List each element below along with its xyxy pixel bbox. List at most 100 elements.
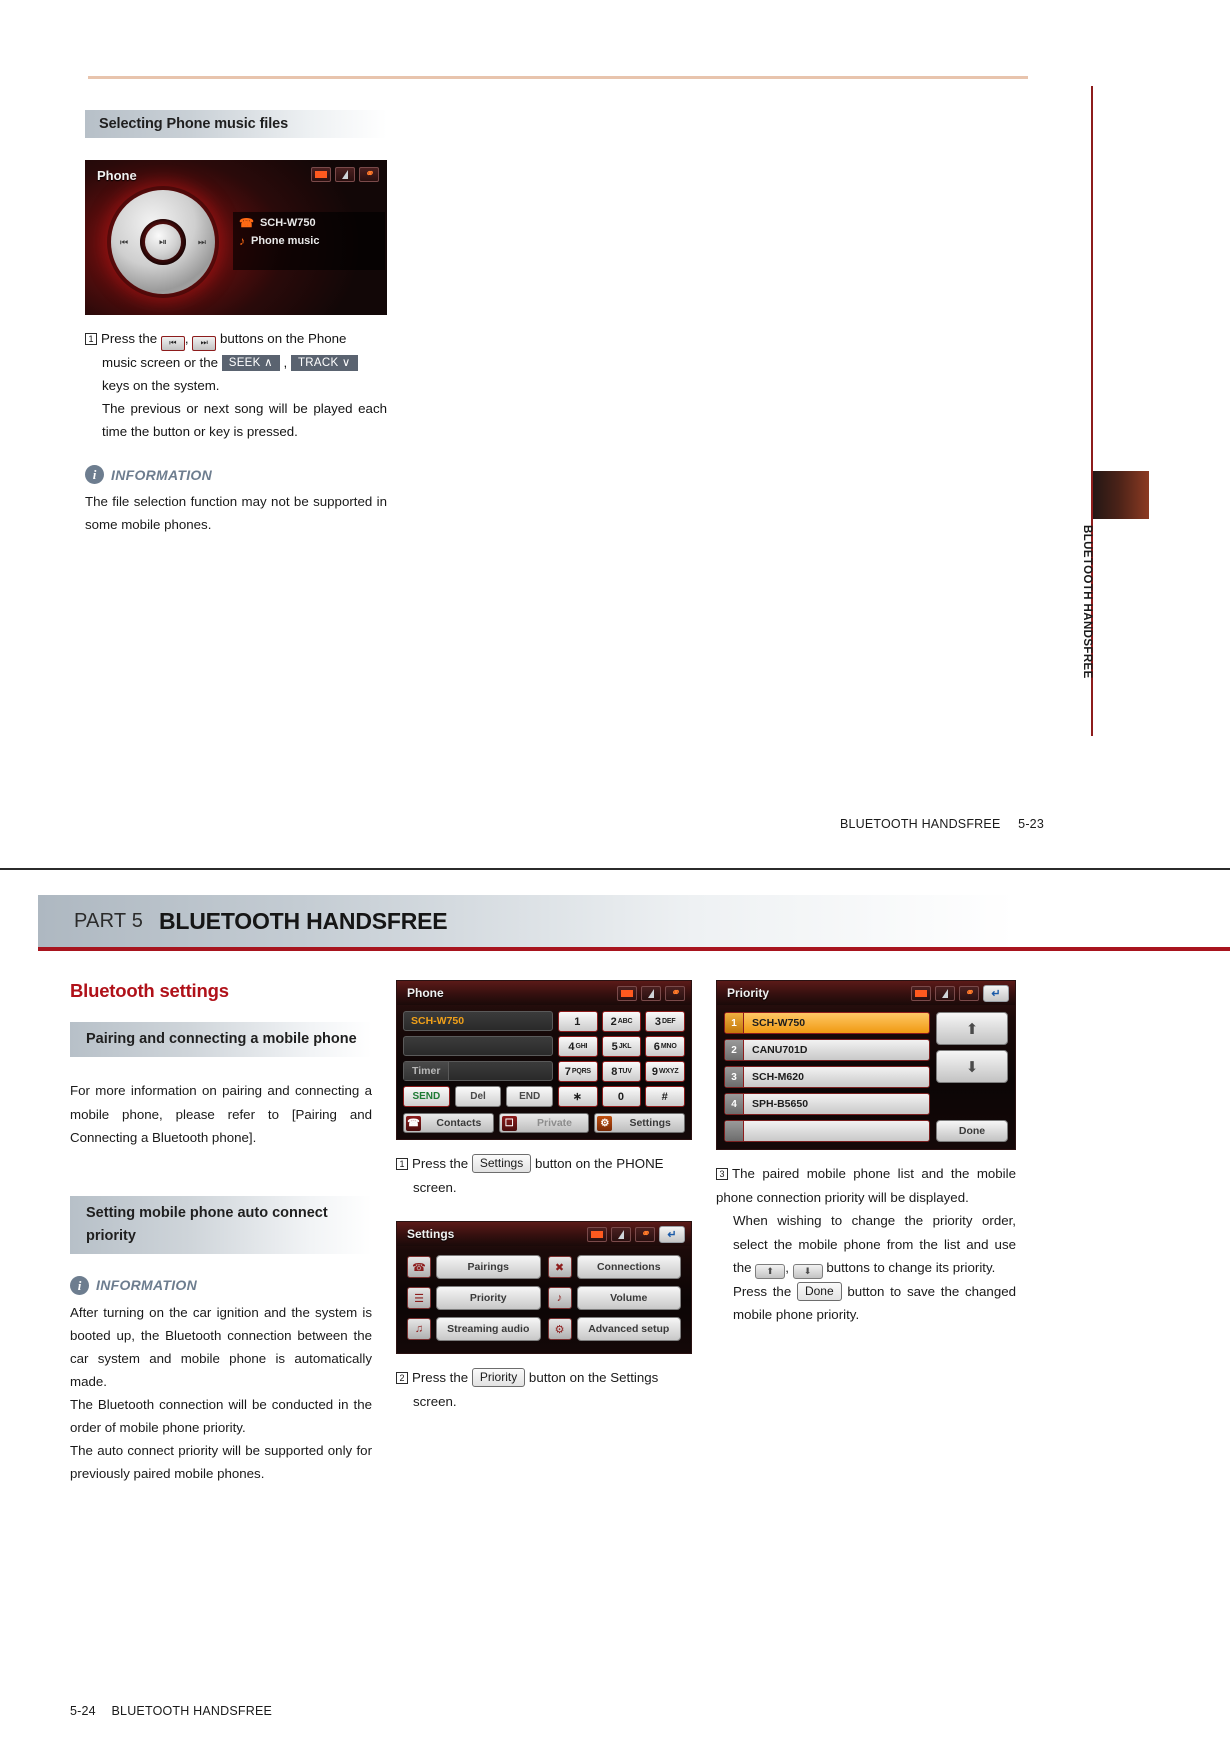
priority-row[interactable]: 3 SCH-M620 (724, 1066, 930, 1088)
information-label: INFORMATION (111, 466, 213, 483)
priority-button-ref: Priority (471, 1368, 526, 1387)
step-1-comma: , (184, 331, 189, 346)
back-button[interactable]: ↵ (659, 1225, 685, 1243)
move-down-button[interactable]: ⬇ (936, 1050, 1008, 1083)
phone-music-screen: Phone ⚭ ⏮ ⏯ ⏭ ☎ SCH-W750 ♪ Phone music (85, 160, 387, 315)
dial-key[interactable]: 8 TUV (601, 1061, 642, 1082)
track-info-box: ☎ SCH-W750 ♪ Phone music (233, 212, 385, 270)
left-information-heading: i INFORMATION (70, 1275, 372, 1295)
key-digit: 6 (653, 1040, 660, 1053)
settings-item-volume[interactable]: ♪ Volume (547, 1286, 681, 1310)
step-1-text-c: music screen or the (102, 355, 219, 370)
priority-icon: ☰ (407, 1287, 431, 1309)
step-1-line-1: 1 Press the ⏮, ⏭ buttons on the Phone (85, 327, 387, 351)
information-heading: i INFORMATION (85, 465, 387, 484)
dial-key[interactable]: 3 DEF (645, 1011, 685, 1032)
dial-key[interactable]: 7 PQRS (558, 1061, 598, 1082)
footer-section-name: BLUETOOTH HANDSFREE (839, 817, 1001, 831)
dial-key[interactable]: 1 (558, 1011, 598, 1032)
info-icon: i (70, 1275, 89, 1295)
left-information-body-1: After turning on the car ignition and th… (70, 1304, 372, 1389)
send-button[interactable]: SEND (403, 1086, 450, 1107)
dial-key[interactable]: 4 GHI (558, 1036, 598, 1057)
screen-title: Settings (407, 1227, 455, 1241)
settings-label: Settings (629, 1117, 671, 1129)
caption-1-line-1: 1 Press the Settings button on the PHONE (396, 1152, 692, 1176)
caption-3-line-3: Press the Done button to save the change… (716, 1280, 1016, 1327)
play-pause-icon[interactable]: ⏯ (145, 224, 181, 260)
settings-item-streaming-audio[interactable]: ♫ Streaming audio (407, 1317, 541, 1341)
settings-item-advanced-setup[interactable]: ⚙ Advanced setup (547, 1317, 681, 1341)
key-letters: GHI (575, 1043, 588, 1050)
settings-item-pairings[interactable]: ☎ Pairings (407, 1255, 541, 1279)
caption-1: 1 Press the Settings button on the PHONE … (396, 1152, 692, 1199)
dial-key[interactable]: 6 MNO (645, 1036, 685, 1057)
music-note-icon: ♪ (239, 234, 245, 248)
private-tab[interactable]: ☐ Private (498, 1113, 590, 1133)
battery-icon (911, 985, 931, 1001)
step-1-line-4: The previous or next song will be played… (102, 401, 387, 439)
advanced-setup-label: Advanced setup (576, 1317, 681, 1341)
contacts-tab[interactable]: ☎ Contacts (403, 1113, 494, 1133)
priority-row-empty[interactable] (724, 1120, 930, 1142)
settings-screen: Settings ⚭ ↵ ☎ Pairings ✖ Connections ☰ … (396, 1221, 692, 1354)
priority-body: 1 SCH-W750 2 CANU701D 3 SCH-M620 4 SPH-B… (717, 1005, 1015, 1149)
priority-row[interactable]: 2 CANU701D (724, 1039, 930, 1061)
settings-item-priority[interactable]: ☰ Priority (407, 1286, 541, 1310)
information-label: INFORMATION (96, 1277, 198, 1293)
key-letters: MNO (660, 1043, 677, 1050)
back-button[interactable]: ↵ (983, 984, 1009, 1002)
key-letters: PQRS (571, 1068, 591, 1075)
priority-row[interactable]: 1 SCH-W750 (724, 1012, 930, 1034)
track-device-name: SCH-W750 (259, 217, 316, 229)
prev-track-icon[interactable]: ⏮ (120, 237, 128, 248)
dial-key[interactable]: 0 (601, 1086, 642, 1107)
caption-3-line-2: When wishing to change the priority orde… (716, 1209, 1016, 1280)
priority-screen: Priority ⚭ ↵ 1 SCH-W750 2 CANU701D 3 SCH… (716, 980, 1016, 1150)
dial-key[interactable]: # (645, 1086, 685, 1107)
priority-index: 4 (725, 1094, 744, 1114)
streaming-audio-icon: ♫ (407, 1318, 431, 1340)
status-icons: ⚭ (617, 985, 685, 1001)
left-information-body-3: The auto connect priority will be suppor… (70, 1442, 372, 1481)
contacts-label: Contacts (436, 1117, 482, 1129)
next-track-icon[interactable]: ⏭ (198, 237, 206, 248)
dial-key[interactable]: ∗ (558, 1086, 598, 1107)
page-2-footer: 5-24 BLUETOOTH HANDSFREE (70, 1704, 272, 1718)
private-icon: ☐ (501, 1115, 517, 1131)
pairing-paragraph: For more information on pairing and conn… (70, 1083, 372, 1145)
delete-button[interactable]: Del (454, 1086, 502, 1107)
caption-1-text-a: Press the (412, 1156, 469, 1171)
step-1: 1 Press the ⏮, ⏭ buttons on the Phone mus… (85, 327, 387, 443)
number-field[interactable] (403, 1036, 553, 1056)
dial-key[interactable]: 5 JKL (601, 1036, 642, 1057)
track-device-row: ☎ SCH-W750 (233, 212, 385, 230)
screen-header: Phone ⚭ (397, 981, 691, 1005)
caption-3-text-2b: buttons to change its priority. (826, 1260, 996, 1275)
battery-icon (311, 167, 331, 182)
move-up-button-ref: ⬆ (755, 1264, 786, 1279)
end-button[interactable]: END (506, 1086, 554, 1107)
done-button[interactable]: Done (936, 1120, 1008, 1142)
track-source-name: Phone music (251, 235, 320, 247)
dial-key[interactable]: 2 ABC (601, 1011, 642, 1032)
priority-device-name: SCH-M620 (752, 1071, 804, 1083)
settings-item-connections[interactable]: ✖ Connections (547, 1255, 681, 1279)
screen-title: Priority (727, 986, 770, 1000)
caption-3-line-1: 3 The paired mobile phone list and the mo… (716, 1162, 1016, 1209)
key-digit: 7 (564, 1065, 571, 1078)
device-name-field: SCH-W750 (403, 1011, 553, 1031)
caption-number: 3 (716, 1168, 728, 1180)
dial-key[interactable]: 9 WXYZ (645, 1061, 685, 1082)
page-1-content-column: Selecting Phone music files Phone ⚭ ⏮ ⏯ … (85, 110, 387, 536)
keypad-area: SCH-W750 Timer SEND Del END 1 2 ABC 3 DEF (397, 1005, 691, 1113)
settings-tab[interactable]: ⚙ Settings (594, 1113, 686, 1133)
status-icons: ⚭ ↵ (587, 1225, 685, 1243)
screen-header: Settings ⚭ ↵ (397, 1222, 691, 1246)
pairing-subheading: Pairing and connecting a mobile phone (70, 1022, 372, 1057)
move-up-button[interactable]: ⬆ (936, 1012, 1008, 1045)
bluetooth-settings-heading: Bluetooth settings (70, 980, 229, 1001)
priority-row[interactable]: 4 SPH-B5650 (724, 1093, 930, 1115)
right-column: Priority ⚭ ↵ 1 SCH-W750 2 CANU701D 3 SCH… (716, 980, 1016, 1327)
transport-wheel[interactable]: ⏮ ⏯ ⏭ (111, 190, 215, 294)
